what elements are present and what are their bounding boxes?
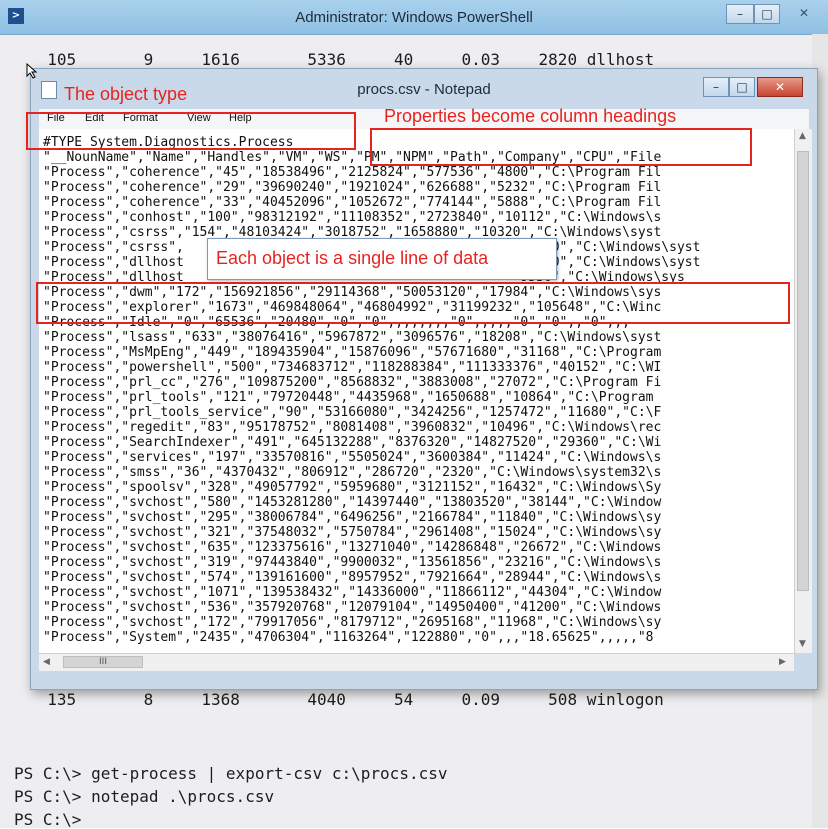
notepad-maximize-button[interactable]: □ — [729, 77, 755, 97]
console-prompt-line: PS C:\> notepad .\procs.csv — [14, 787, 275, 806]
data-line: "Process","powershell","500","734683712"… — [43, 360, 662, 375]
highlight-type-line — [26, 112, 356, 150]
powershell-titlebar[interactable]: > Administrator: Windows PowerShell – □ … — [0, 0, 828, 35]
data-line: "Process","smss","36","4370432","806912"… — [43, 465, 662, 480]
data-line: "Process","svchost","574","139161600","8… — [43, 570, 662, 585]
data-line: "Process","lsass","633","38076416","5967… — [43, 330, 662, 345]
data-line: "Process","svchost","1071","139538432","… — [43, 585, 662, 600]
notepad-vertical-scrollbar[interactable]: ▲ ▼ — [794, 129, 812, 653]
console-prompt-line[interactable]: PS C:\> — [14, 810, 81, 829]
notepad-close-button[interactable]: ✕ — [757, 77, 803, 97]
data-line: "Process","prl_tools","121","79720448","… — [43, 390, 654, 405]
data-line: "Process","regedit","83","95178752","808… — [43, 420, 662, 435]
highlight-column-headings — [370, 128, 752, 166]
horizontal-scroll-thumb[interactable]: III — [63, 656, 143, 668]
data-line: "Process","coherence","45","18538496","2… — [43, 165, 662, 180]
scroll-up-icon[interactable]: ▲ — [799, 131, 806, 141]
console-prompt-line: PS C:\> get-process | export-csv c:\proc… — [14, 764, 448, 783]
notepad-text-area[interactable]: #TYPE System.Diagnostics.Process "__NounN… — [39, 129, 794, 653]
highlight-data-rows — [36, 282, 790, 324]
data-line: "Process","prl_tools_service","90","5316… — [43, 405, 662, 420]
vertical-scroll-thumb[interactable] — [797, 151, 809, 591]
annotation-each-object: Each object is a single line of data — [216, 248, 489, 268]
data-line: "Process","SearchIndexer","491","6451322… — [43, 435, 662, 450]
data-line: "Process","prl_cc","276","109875200","85… — [43, 375, 662, 390]
powershell-title: Administrator: Windows PowerShell — [295, 9, 533, 26]
notepad-horizontal-scrollbar[interactable]: ◀ III ▶ — [39, 653, 794, 671]
data-line: "Process","svchost","321","37548032","57… — [43, 525, 662, 540]
data-line: "Process","spoolsv","328","49057792","59… — [43, 480, 662, 495]
minimize-button[interactable]: – — [726, 4, 754, 24]
data-line: "Process","svchost","635","123375616","1… — [43, 540, 662, 555]
data-line: "Process","MsMpEng","449","189435904","1… — [43, 345, 662, 360]
data-line: "Process","svchost","319","97443840","99… — [43, 555, 662, 570]
data-line: "Process","System","2435","4706304","116… — [43, 630, 654, 645]
notepad-minimize-button[interactable]: – — [703, 77, 729, 97]
annotation-properties: Properties become column headings — [384, 106, 677, 126]
annotation-object-type: The object type — [64, 84, 188, 104]
console-process-row: 105 9 1616 5336 40 0.03 2820 dllhost — [28, 50, 655, 69]
maximize-button[interactable]: □ — [754, 4, 780, 24]
data-line: "Process","svchost","172","79917056","81… — [43, 615, 662, 630]
data-line: "Process","coherence","29","39690240","1… — [43, 180, 662, 195]
data-line: "Process","svchost","536","357920768","1… — [43, 600, 662, 615]
data-line: "Process","coherence","33","40452096","1… — [43, 195, 662, 210]
scroll-right-icon[interactable]: ▶ — [779, 657, 786, 667]
scroll-left-icon[interactable]: ◀ — [43, 657, 50, 667]
scroll-down-icon[interactable]: ▼ — [799, 639, 806, 649]
close-button[interactable]: ✕ — [784, 4, 824, 24]
data-line: "Process","conhost","100","98312192","11… — [43, 210, 662, 225]
mouse-pointer-icon — [26, 63, 38, 79]
data-line: "Process","svchost","295","38006784","64… — [43, 510, 662, 525]
console-process-row: 135 8 1368 4040 54 0.09 508 winlogon — [28, 690, 664, 709]
data-line: "Process","services","197","33570816","5… — [43, 450, 662, 465]
data-line: "Process","svchost","580","1453281280","… — [43, 495, 662, 510]
